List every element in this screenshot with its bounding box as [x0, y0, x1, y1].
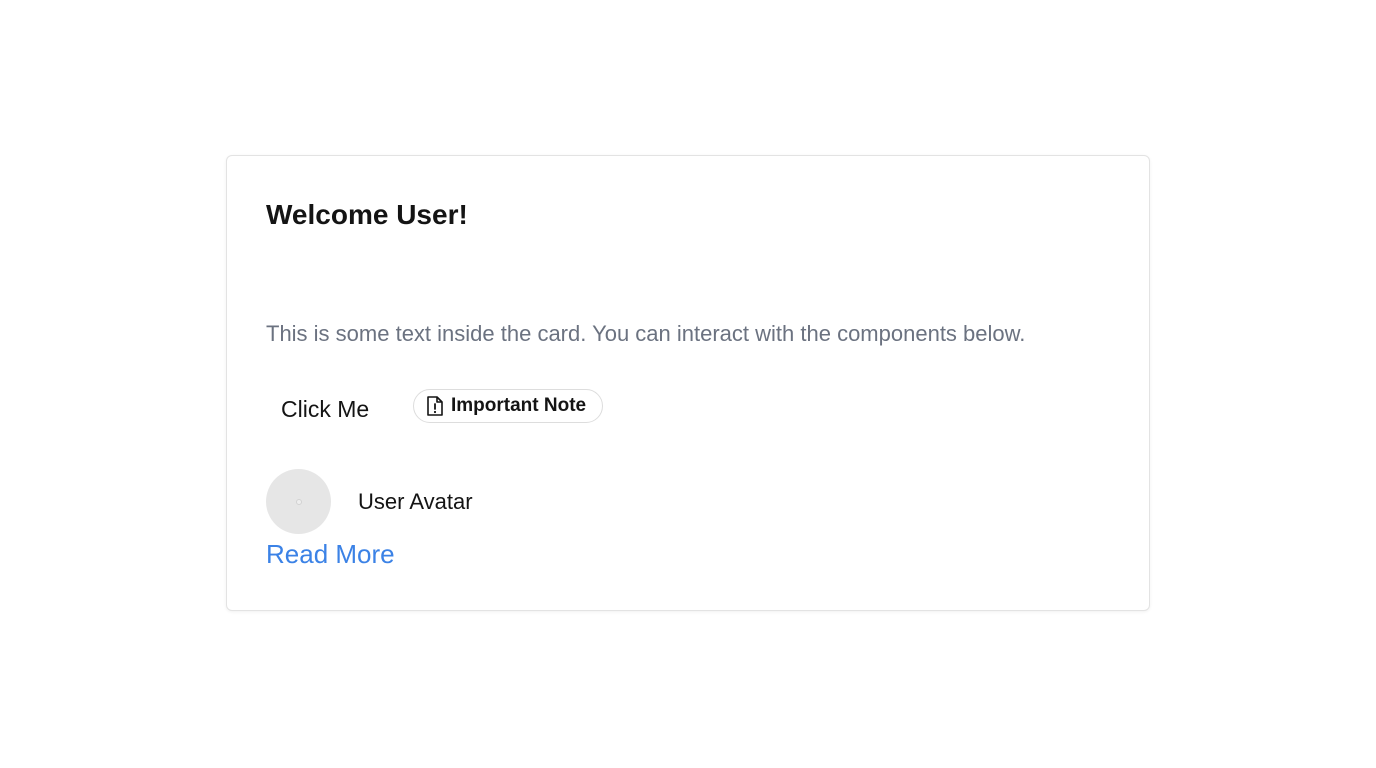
card-description: This is some text inside the card. You c…: [266, 321, 1026, 346]
click-me-button[interactable]: Click Me: [281, 396, 369, 423]
read-more-link[interactable]: Read More: [266, 539, 395, 570]
file-alert-icon: [425, 395, 445, 417]
welcome-card: Welcome User! This is some text inside t…: [226, 155, 1150, 611]
card-title: Welcome User!: [266, 199, 468, 230]
avatar-placeholder-icon: [295, 498, 302, 505]
avatar-label: User Avatar: [358, 489, 473, 514]
important-note-chip[interactable]: Important Note: [413, 389, 604, 423]
important-note-label: Important Note: [451, 395, 587, 416]
avatar: [266, 469, 331, 534]
